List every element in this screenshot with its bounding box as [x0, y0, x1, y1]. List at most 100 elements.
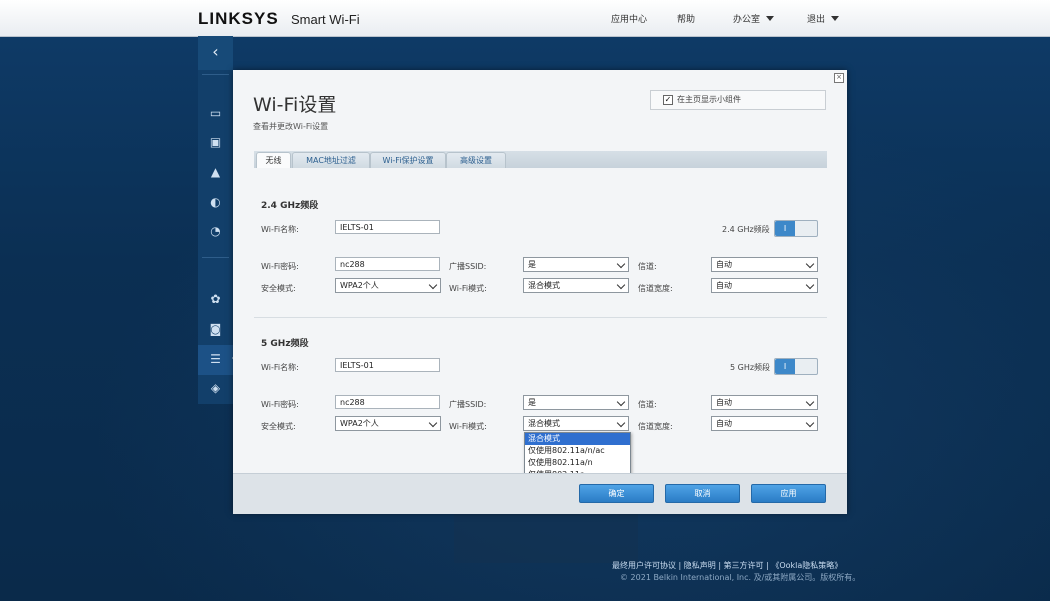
- band5-name-input[interactable]: IELTS-01: [335, 358, 440, 372]
- chevron-down-icon: [616, 280, 626, 290]
- brand-logo: LINKSYS: [198, 9, 279, 28]
- cancel-button[interactable]: 取消: [665, 484, 740, 503]
- briefcase-icon[interactable]: ▣: [198, 128, 233, 156]
- dropdown-option[interactable]: 仅使用802.11a/n: [525, 457, 630, 469]
- band24-name-label: Wi-Fi名称:: [261, 225, 299, 234]
- sidebar-divider: [202, 257, 229, 258]
- band24-mode-select[interactable]: 混合模式: [523, 278, 629, 293]
- band24-name-input[interactable]: IELTS-01: [335, 220, 440, 234]
- band24-broadcast-select[interactable]: 是: [523, 257, 629, 272]
- band24-title: 2.4 GHz频段: [261, 201, 319, 211]
- band5-name-label: Wi-Fi名称:: [261, 363, 299, 372]
- toggle-on-indicator: I: [775, 359, 795, 374]
- show-widget-checkbox[interactable]: ✓: [663, 95, 673, 105]
- tab-mac-filter[interactable]: MAC地址过滤: [292, 152, 370, 169]
- band24-width-value: 自动: [716, 281, 732, 290]
- band24-channel-select[interactable]: 自动: [711, 257, 818, 272]
- dialog-subtitle: 查看并更改Wi-Fi设置: [253, 122, 329, 131]
- band5-mode-select[interactable]: 混合模式: [523, 416, 629, 431]
- background-panel: [454, 513, 638, 563]
- show-widget-label: 在主页显示小组件: [677, 95, 741, 104]
- nav-office-label: 办公室: [733, 15, 761, 25]
- chevron-down-icon: [805, 397, 815, 407]
- chevron-down-icon: [616, 397, 626, 407]
- band5-password-input[interactable]: nc288: [335, 395, 440, 409]
- band24-mode-value: 混合模式: [528, 281, 560, 290]
- band5-width-label: 信道宽度:: [638, 422, 673, 431]
- footer-copyright: © 2021 Belkin International, Inc. 及/或其附属…: [620, 573, 861, 582]
- band24-toggle[interactable]: I: [774, 220, 818, 237]
- band5-toggle-label: 5 GHz频段: [730, 363, 771, 372]
- band24-broadcast-label: 广播SSID:: [449, 262, 487, 271]
- band5-toggle[interactable]: I: [774, 358, 818, 375]
- tab-advanced[interactable]: 高级设置: [446, 152, 506, 169]
- tab-wps[interactable]: Wi-Fi保护设置: [370, 152, 446, 169]
- chevron-down-icon: [805, 418, 815, 428]
- speed-gauge-icon[interactable]: ◔: [198, 217, 233, 245]
- dialog-footer: 确定 取消 应用: [233, 473, 847, 514]
- band5-mode-value: 混合模式: [528, 419, 560, 428]
- band24-channel-label: 信道:: [638, 262, 657, 271]
- brand-product: Smart Wi-Fi: [291, 12, 360, 27]
- left-sidebar: ‹ ▭ ▣ ▲ ◐ ◔ ✿ ◙ ☰ ◈: [198, 36, 233, 404]
- alert-icon[interactable]: ▲: [198, 158, 233, 186]
- dropdown-option[interactable]: 混合模式: [525, 433, 630, 445]
- band5-security-value: WPA2个人: [340, 419, 379, 428]
- apply-button[interactable]: 应用: [751, 484, 826, 503]
- band5-title: 5 GHz频段: [261, 339, 309, 349]
- footer-links[interactable]: 最终用户许可协议 | 隐私声明 | 第三方许可 | 《Ookla隐私策略》: [612, 560, 842, 571]
- band24-security-select[interactable]: WPA2个人: [335, 278, 441, 293]
- section-divider: [254, 317, 827, 318]
- nav-app-center[interactable]: 应用中心: [611, 12, 647, 25]
- band5-mode-label: Wi-Fi模式:: [449, 422, 487, 431]
- settings-icon[interactable]: ✿: [198, 285, 233, 313]
- chevron-down-icon: [805, 280, 815, 290]
- nav-logout-label: 退出: [807, 15, 826, 25]
- chevron-down-icon: [805, 259, 815, 269]
- band24-password-input[interactable]: nc288: [335, 257, 440, 271]
- band5-width-select[interactable]: 自动: [711, 416, 818, 431]
- band24-broadcast-value: 是: [528, 260, 536, 269]
- band24-password-label: Wi-Fi密码:: [261, 262, 299, 271]
- band24-toggle-label: 2.4 GHz频段: [722, 225, 770, 234]
- security-shield-icon[interactable]: ◈: [198, 374, 233, 402]
- band5-channel-value: 自动: [716, 398, 732, 407]
- parental-icon[interactable]: ◐: [198, 188, 233, 216]
- sidebar-divider: [202, 74, 229, 75]
- nav-logout[interactable]: 退出: [807, 12, 840, 25]
- tab-bar: 无线 MAC地址过滤 Wi-Fi保护设置 高级设置: [254, 151, 827, 170]
- band5-broadcast-value: 是: [528, 398, 536, 407]
- band24-channel-value: 自动: [716, 260, 732, 269]
- chevron-down-icon: [428, 418, 438, 428]
- band24-width-label: 信道宽度:: [638, 284, 673, 293]
- band24-security-label: 安全模式:: [261, 284, 296, 293]
- band5-security-select[interactable]: WPA2个人: [335, 416, 441, 431]
- devices-icon[interactable]: ▭: [198, 99, 233, 127]
- dialog-title: Wi-Fi设置: [253, 94, 337, 116]
- show-widget-option[interactable]: ✓ 在主页显示小组件: [650, 90, 826, 110]
- toggle-on-indicator: I: [775, 221, 795, 236]
- wifi-settings-dialog: × Wi-Fi设置 查看并更改Wi-Fi设置 ✓ 在主页显示小组件 无线 MAC…: [233, 70, 847, 514]
- band5-channel-select[interactable]: 自动: [711, 395, 818, 410]
- band5-broadcast-label: 广播SSID:: [449, 400, 487, 409]
- nav-office[interactable]: 办公室: [733, 12, 775, 25]
- band24-mode-label: Wi-Fi模式:: [449, 284, 487, 293]
- chevron-down-icon: [616, 418, 626, 428]
- nav-help[interactable]: 帮助: [677, 12, 695, 25]
- close-icon[interactable]: ×: [834, 73, 844, 83]
- band5-width-value: 自动: [716, 419, 732, 428]
- band24-width-select[interactable]: 自动: [711, 278, 818, 293]
- ok-button[interactable]: 确定: [579, 484, 654, 503]
- back-arrow-icon[interactable]: ‹: [198, 36, 233, 70]
- dropdown-option[interactable]: 仅使用802.11a/n/ac: [525, 445, 630, 457]
- chevron-down-icon: [831, 16, 840, 21]
- chevron-down-icon: [766, 16, 775, 21]
- band5-password-label: Wi-Fi密码:: [261, 400, 299, 409]
- band5-broadcast-select[interactable]: 是: [523, 395, 629, 410]
- band24-security-value: WPA2个人: [340, 281, 379, 290]
- chevron-down-icon: [428, 280, 438, 290]
- chevron-down-icon: [616, 259, 626, 269]
- wireless-panel: 2.4 GHz频段 Wi-Fi名称: IELTS-01 2.4 GHz频段 I …: [254, 168, 827, 470]
- wifi-settings-icon[interactable]: ☰: [198, 345, 233, 375]
- camera-icon[interactable]: ◙: [198, 315, 233, 343]
